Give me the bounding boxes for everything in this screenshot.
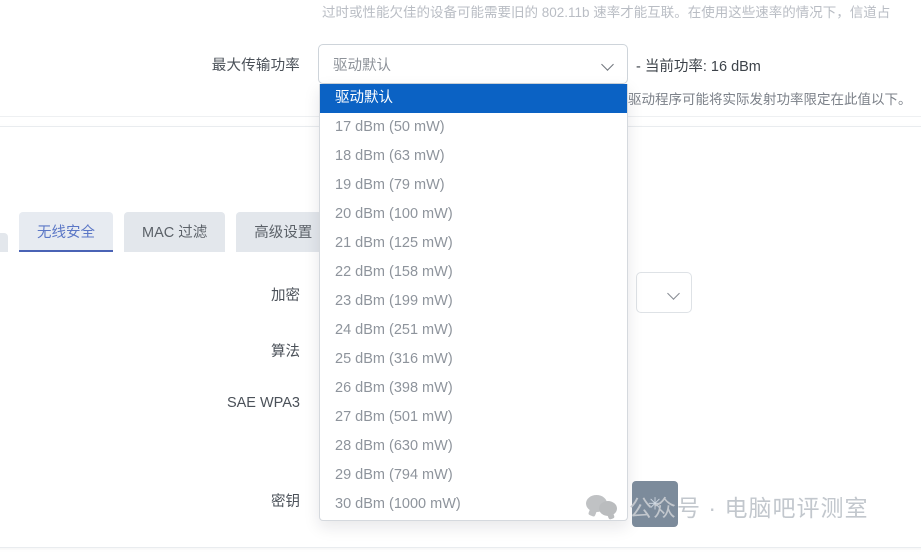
dropdown-option[interactable]: 17 dBm (50 mW) [320, 113, 627, 142]
dropdown-option[interactable]: 21 dBm (125 mW) [320, 229, 627, 258]
chevron-down-icon [601, 57, 615, 71]
dropdown-option[interactable]: 24 dBm (251 mW) [320, 316, 627, 345]
tab-partial[interactable] [0, 233, 8, 252]
dropdown-option[interactable]: 18 dBm (63 mW) [320, 142, 627, 171]
chevron-down-icon [667, 286, 681, 300]
dropdown-option[interactable]: 22 dBm (158 mW) [320, 258, 627, 287]
page-canvas: 过时或性能欠佳的设备可能需要旧的 802.11b 速率才能互联。在使用这些速率的… [0, 0, 921, 554]
max-transmit-power-listbox[interactable]: 驱动默认 17 dBm (50 mW) 18 dBm (63 mW) 19 dBm (… [319, 84, 628, 521]
overlay-badge: ✳ [632, 481, 678, 527]
key-label: 密钥 [271, 494, 300, 510]
current-power-text: - 当前功率: 16 dBm [636, 59, 761, 75]
dropdown-option[interactable]: 19 dBm (79 mW) [320, 171, 627, 200]
max-transmit-power-hint: 驱动程序可能将实际发射功率限定在此值以下。 [628, 92, 912, 107]
max-transmit-power-selected-value: 驱动默认 [333, 57, 391, 74]
dropdown-option[interactable]: 30 dBm (1000 mW) [320, 490, 627, 519]
dropdown-option[interactable]: 23 dBm (199 mW) [320, 287, 627, 316]
dropdown-option[interactable]: 27 dBm (501 mW) [320, 403, 627, 432]
sae-wpa3-label: SAE WPA3 [226, 395, 300, 411]
algorithm-label: 算法 [271, 344, 300, 360]
dropdown-option[interactable]: 驱动默认 [320, 84, 627, 113]
tab-MAC-过滤[interactable]: MAC 过滤 [124, 212, 226, 252]
dropdown-option[interactable]: 20 dBm (100 mW) [320, 200, 627, 229]
max-transmit-power-row: 最大传输功率 驱动默认 - 当前功率: 16 dBm [0, 44, 921, 84]
dropdown-option[interactable]: 26 dBm (398 mW) [320, 374, 627, 403]
legacy-rates-note: 过时或性能欠佳的设备可能需要旧的 802.11b 速率才能互联。在使用这些速率的… [322, 5, 891, 20]
max-transmit-power-select[interactable]: 驱动默认 [318, 44, 628, 84]
encryption-select[interactable] [636, 272, 692, 313]
wireless-tab-strip: 无线安全 MAC 过滤 高级设置 [0, 212, 331, 252]
tab-无线安全[interactable]: 无线安全 [19, 212, 113, 252]
tab-高级设置[interactable]: 高级设置 [236, 212, 331, 252]
encryption-label: 加密 [271, 288, 300, 304]
dropdown-option[interactable]: 29 dBm (794 mW) [320, 461, 627, 490]
max-transmit-power-label: 最大传输功率 [211, 58, 300, 74]
dropdown-option[interactable]: 28 dBm (630 mW) [320, 432, 627, 461]
sparkle-icon: ✳ [647, 494, 663, 514]
dropdown-option[interactable]: 25 dBm (316 mW) [320, 345, 627, 374]
